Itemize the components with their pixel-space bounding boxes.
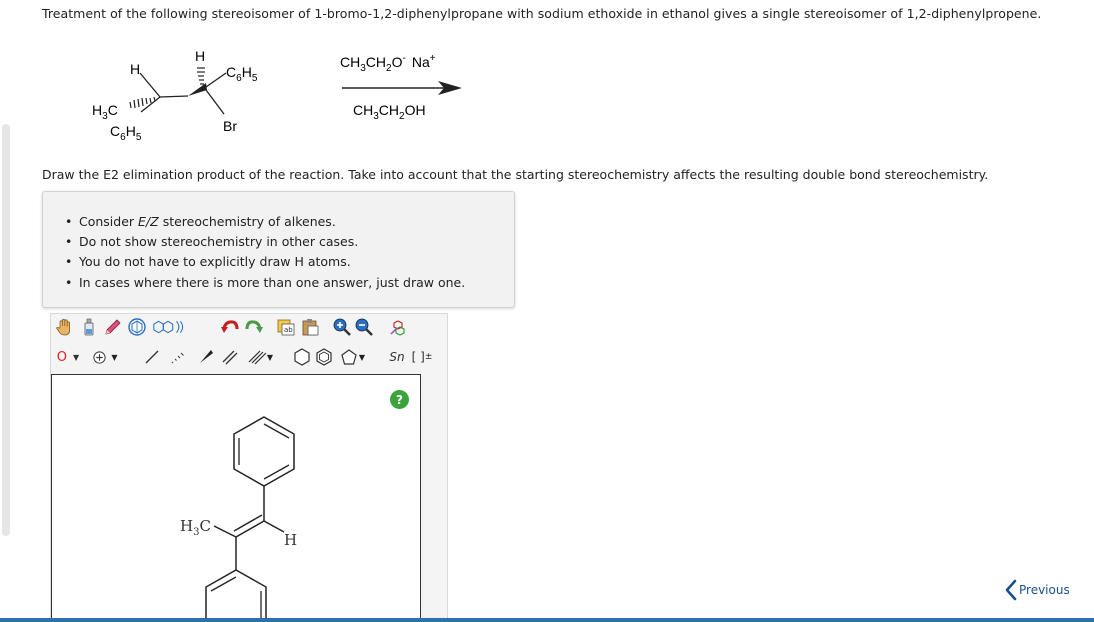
h-top-label: H: [195, 48, 205, 64]
wedge-bond-icon[interactable]: [195, 346, 217, 368]
bracket-label: [ ]: [411, 350, 425, 364]
sn-polymer-icon[interactable]: Sn: [385, 346, 409, 368]
hand-icon[interactable]: [54, 316, 76, 338]
zoom-out-icon[interactable]: [353, 316, 375, 338]
chain-template-icon[interactable]: [150, 316, 186, 338]
substrate-structure: H H C6H5 H3C C6H5 Br CH3CH2O- Na+ CH3CH2O…: [92, 48, 462, 143]
toolbar-row-1: ab: [51, 316, 449, 342]
benzene-ring-bottom: [205, 569, 267, 622]
phenyl-bottom-label: C6H5: [110, 123, 142, 143]
benzene-icon[interactable]: [313, 346, 335, 368]
structure-editor: ab O ▼ ▼ ▼ ▼ Sn [] ± ? H3C H: [50, 313, 448, 622]
chevron-down-icon: ▼: [73, 352, 80, 362]
pencil-icon[interactable]: [102, 316, 124, 338]
drawing-canvas[interactable]: ? H3C H: [51, 374, 421, 622]
cyclohexane-icon[interactable]: [291, 346, 313, 368]
charge-plus-icon[interactable]: ▼: [89, 346, 121, 368]
scrollbar-thumb[interactable]: [2, 124, 10, 536]
notes-box: Consider E/Z stereochemistry of alkenes.…: [42, 191, 515, 308]
double-bond: [235, 520, 265, 538]
chevron-down-icon: ▼: [111, 352, 118, 362]
methyl-label: H3C: [180, 517, 211, 538]
chevron-down-icon: ▼: [358, 352, 366, 362]
hydrogen-label: H: [284, 531, 297, 549]
reagent-bottom: CH3CH2OH: [353, 102, 426, 122]
methyl-label: H3C: [92, 102, 118, 122]
note-item: Do not show stereochemistry in other cas…: [65, 232, 502, 252]
note-item: Consider E/Z stereochemistry of alkenes.: [65, 212, 502, 232]
bracket-charge-icon[interactable]: [ ] ±: [409, 346, 435, 368]
paste-icon[interactable]: [299, 316, 321, 338]
scrollbar[interactable]: [0, 120, 12, 540]
reaction-scheme: H H C6H5 H3C C6H5 Br CH3CH2O- Na+ CH3CH2O…: [80, 40, 500, 150]
previous-button[interactable]: Previous: [1003, 578, 1070, 602]
phenyl-right-label: C6H5: [226, 64, 258, 84]
redo-icon[interactable]: [243, 316, 265, 338]
instruction-text: Draw the E2 elimination product of the r…: [42, 167, 989, 182]
copy-icon[interactable]: ab: [275, 316, 297, 338]
chevron-left-icon: [1005, 579, 1017, 601]
bracket-sup: ±: [424, 352, 433, 362]
bromine-label: Br: [223, 118, 237, 134]
svg-text:ab: ab: [284, 326, 293, 334]
sn-label: Sn: [389, 350, 405, 364]
product-structure: H3C H: [180, 416, 297, 622]
undo-icon[interactable]: [219, 316, 241, 338]
toolbar-row-2: O ▼ ▼ ▼ ▼ Sn [ ] ±: [51, 346, 449, 372]
atom-o-icon[interactable]: O ▼: [54, 346, 82, 368]
clean-structure-icon[interactable]: [387, 316, 409, 338]
question-text: Treatment of the following stereoisomer …: [42, 6, 1042, 21]
double-bond-icon[interactable]: [219, 346, 241, 368]
eraser-bottle-icon[interactable]: [78, 316, 100, 338]
triple-bond-icon[interactable]: ▼: [243, 346, 277, 368]
note-item: You do not have to explicitly draw H ato…: [65, 252, 502, 272]
benzene-ring-top: [233, 416, 295, 487]
cyclopentane-icon[interactable]: ▼: [335, 346, 369, 368]
atom-label: O: [56, 349, 68, 365]
zoom-in-icon[interactable]: [331, 316, 353, 338]
hash-bond-icon[interactable]: [167, 346, 189, 368]
h-left-label: H: [130, 61, 140, 77]
chevron-down-icon: ▼: [266, 352, 274, 362]
ring-template-icon[interactable]: [126, 316, 148, 338]
note-item: In cases where there is more than one an…: [65, 273, 502, 293]
previous-label: Previous: [1019, 583, 1070, 597]
bottom-accent-bar: [0, 618, 1094, 622]
reagent-top: CH3CH2O- Na+: [340, 53, 436, 74]
single-bond-icon[interactable]: [141, 346, 163, 368]
